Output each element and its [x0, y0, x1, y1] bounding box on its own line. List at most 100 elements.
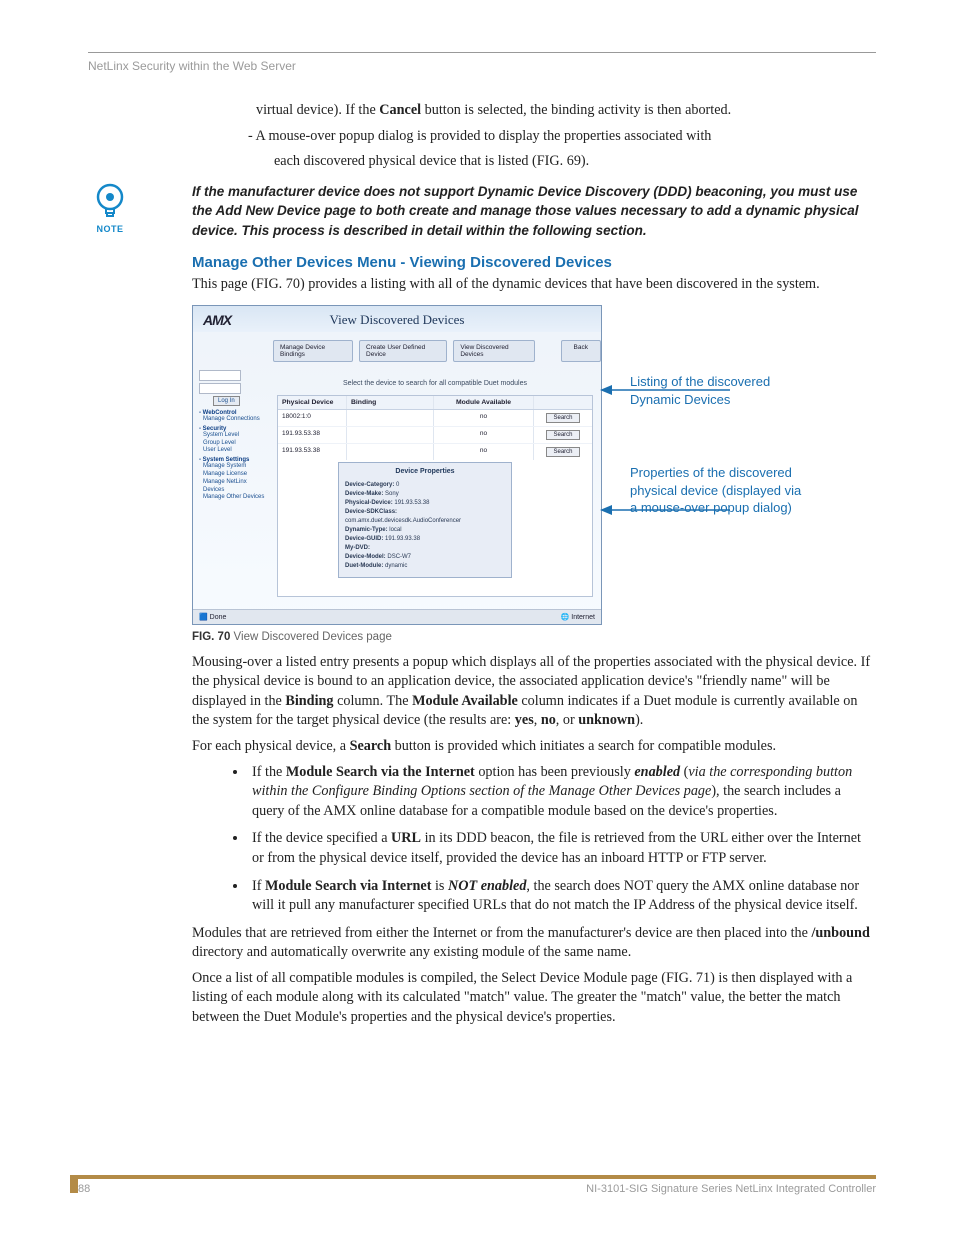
screenshot-sidebar: Log In - WebControl Manage Connections -… — [193, 366, 273, 609]
list-item: If the device specified a URL in its DDD… — [248, 829, 876, 868]
login-button[interactable]: Log In — [213, 396, 240, 406]
popup-row: My-DVD: — [345, 544, 505, 553]
note-block: NOTE If the manufacturer device does not… — [88, 182, 876, 241]
intro-line-2a: - A mouse-over popup dialog is provided … — [248, 127, 876, 147]
note-icon: NOTE — [88, 182, 132, 234]
text: is — [431, 878, 448, 894]
cell-module: no — [434, 444, 534, 460]
figure-screenshot: AMX View Discovered Devices Manage Devic… — [192, 305, 602, 625]
text: directory and automatically overwrite an… — [192, 944, 631, 960]
text: option has been previously — [475, 764, 635, 780]
text: button is selected, the binding activity… — [421, 102, 731, 118]
cell-device: 191.93.53.38 — [278, 444, 347, 460]
text-bold: yes — [515, 712, 534, 728]
sidebar-link[interactable]: System Level — [203, 432, 269, 440]
section-heading: Manage Other Devices Menu - Viewing Disc… — [192, 254, 876, 271]
fig-text: View Discovered Devices page — [230, 631, 392, 643]
text: , or — [556, 712, 578, 728]
text: If the device specified a — [252, 830, 391, 846]
paragraph-search: For each physical device, a Search butto… — [192, 737, 876, 757]
text: , — [534, 712, 541, 728]
paragraph-once: Once a list of all compatible modules is… — [192, 969, 876, 1028]
cell-binding — [347, 427, 434, 443]
search-button[interactable]: Search — [546, 430, 579, 440]
screenshot-title: View Discovered Devices — [330, 312, 465, 327]
cell-module: no — [434, 410, 534, 426]
text-bold: /unbound — [811, 925, 869, 941]
popup-row: Physical-Device: 191.93.53.38 — [345, 499, 505, 508]
text-bold: no — [541, 712, 556, 728]
sidebar-link[interactable]: Manage Connections — [203, 416, 269, 424]
cell-device: 18002:1:0 — [278, 410, 347, 426]
intro-line-2b: each discovered physical device that is … — [274, 152, 876, 172]
username-input[interactable] — [199, 370, 241, 381]
figure-caption: FIG. 70 View Discovered Devices page — [192, 631, 876, 643]
back-button[interactable]: Back — [561, 340, 601, 362]
text-bold: URL — [391, 830, 421, 846]
popup-row: Device-Category: 0 — [345, 481, 505, 490]
text-bold: Module Search via the Internet — [286, 764, 475, 780]
text: virtual device). If the — [256, 102, 379, 118]
search-button[interactable]: Search — [546, 447, 579, 457]
cell-module: no — [434, 427, 534, 443]
paragraph-modules: Modules that are retrieved from either t… — [192, 924, 876, 963]
device-properties-popup: Device Properties Device-Category: 0Devi… — [338, 462, 512, 578]
tab-view-discovered[interactable]: View Discovered Devices — [453, 340, 534, 362]
search-button[interactable]: Search — [546, 413, 579, 423]
popup-row: Device-Model: DSC-W7 — [345, 553, 505, 562]
text-bold: unknown — [578, 712, 635, 728]
figure-callouts: Listing of the discovered Dynamic Device… — [630, 305, 810, 517]
popup-title: Device Properties — [345, 467, 505, 478]
table-row[interactable]: 191.93.53.38 no Search — [278, 444, 592, 460]
sidebar-link[interactable]: Manage Other Devices — [203, 494, 269, 502]
cell-binding — [347, 444, 434, 460]
sidebar-link[interactable]: Manage NetLinx Devices — [203, 479, 269, 495]
note-label: NOTE — [88, 224, 132, 234]
text: button is provided which initiates a sea… — [391, 738, 776, 754]
list-item: If Module Search via Internet is NOT ena… — [248, 877, 876, 916]
password-input[interactable] — [199, 383, 241, 394]
doc-title: NI-3101-SIG Signature Series NetLinx Int… — [586, 1183, 876, 1195]
text: Modules that are retrieved from either t… — [192, 925, 811, 941]
popup-row: Duet-Module: dynamic — [345, 562, 505, 571]
sidebar-link[interactable]: Group Level — [203, 440, 269, 448]
text-bold: Binding — [285, 693, 333, 709]
list-item: If the Module Search via the Internet op… — [248, 763, 876, 822]
table-row[interactable]: 191.93.53.38 no Search — [278, 427, 592, 444]
intro-line-1: virtual device). If the Cancel button is… — [256, 101, 876, 121]
instruction-text: Select the device to search for all comp… — [277, 370, 593, 395]
sidebar-link[interactable]: Manage License — [203, 471, 269, 479]
paragraph-mousingover: Mousing-over a listed entry presents a p… — [192, 653, 876, 731]
heading-sub: This page (FIG. 70) provides a listing w… — [192, 275, 876, 295]
tab-manage-bindings[interactable]: Manage Device Bindings — [273, 340, 353, 362]
text-bold: Search — [350, 738, 392, 754]
status-done: 🟦 Done — [199, 613, 226, 621]
bullet-list: If the Module Search via the Internet op… — [192, 763, 876, 916]
status-internet: 🌐 Internet — [561, 613, 595, 621]
note-text: If the manufacturer device does not supp… — [192, 182, 876, 241]
text-bold: Module Available — [412, 693, 518, 709]
page-number: 88 — [78, 1183, 90, 1195]
page-footer: 88 NI-3101-SIG Signature Series NetLinx … — [78, 1175, 876, 1195]
text: If — [252, 878, 265, 894]
device-table: Physical Device Binding Module Available… — [277, 395, 593, 597]
tab-create-udd[interactable]: Create User Defined Device — [359, 340, 447, 362]
col-module-available: Module Available — [434, 396, 534, 409]
fig-num: FIG. 70 — [192, 631, 230, 643]
popup-row: Device-SDKClass: com.amx.duet.devicesdk.… — [345, 508, 505, 526]
table-row[interactable]: 18002:1:0 no Search — [278, 410, 592, 427]
text: For each physical device, a — [192, 738, 350, 754]
col-action — [534, 396, 592, 409]
popup-row: Dynamic-Type: local — [345, 526, 505, 535]
sidebar-link[interactable]: Manage System — [203, 463, 269, 471]
text: column. The — [334, 693, 413, 709]
col-binding: Binding — [347, 396, 434, 409]
col-physical-device: Physical Device — [278, 396, 347, 409]
cell-binding — [347, 410, 434, 426]
cell-device: 191.93.53.38 — [278, 427, 347, 443]
text-bold-italic: enabled — [634, 764, 680, 780]
popup-row: Device-Make: Sony — [345, 490, 505, 499]
running-head: NetLinx Security within the Web Server — [88, 59, 876, 73]
cancel-word: Cancel — [379, 102, 421, 118]
sidebar-link[interactable]: User Level — [203, 447, 269, 455]
